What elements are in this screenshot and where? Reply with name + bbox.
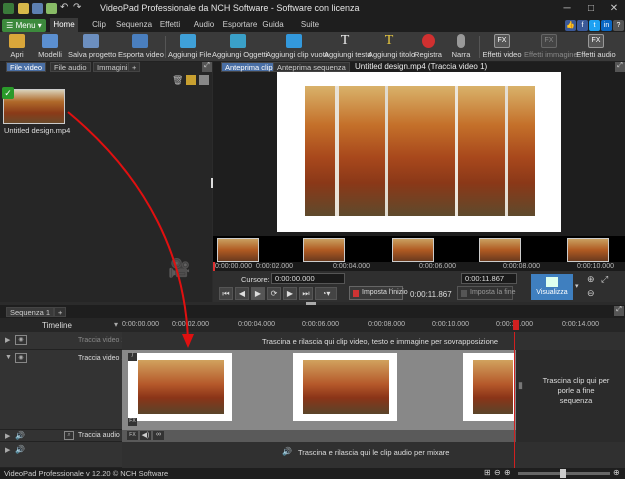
- drag-arrow: [67, 111, 194, 348]
- fit-icon[interactable]: ⊞: [484, 468, 491, 477]
- zoom-out-icon[interactable]: ⊖: [494, 468, 501, 477]
- zoom-slider-thumb[interactable]: [560, 469, 566, 478]
- zoom-in-icon[interactable]: ⊕: [613, 468, 620, 477]
- status-bar: VideoPad Professionale v 12.20 © NCH Sof…: [0, 468, 625, 479]
- status-text: VideoPad Professionale v 12.20 © NCH Sof…: [4, 469, 169, 478]
- zoom-in-icon[interactable]: ⊕: [504, 468, 511, 477]
